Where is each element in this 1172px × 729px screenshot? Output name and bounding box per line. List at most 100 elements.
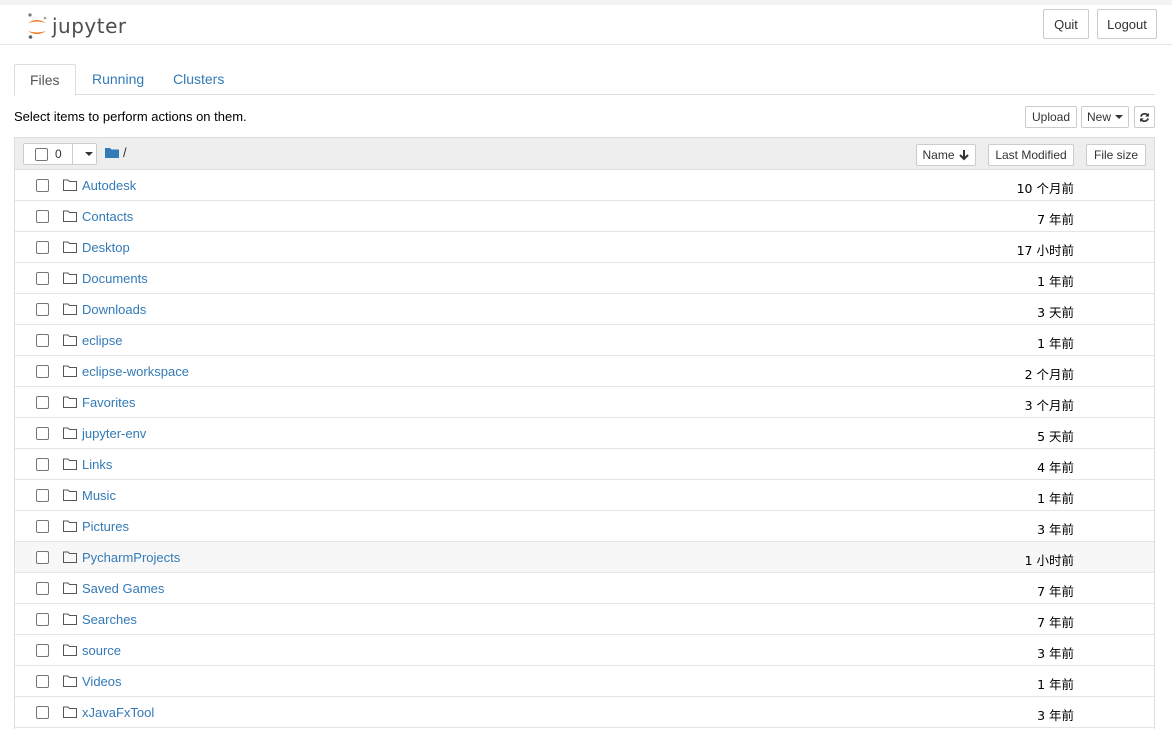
chevron-down-icon[interactable] [85, 152, 93, 156]
sort-file-size-button[interactable]: File size [1086, 144, 1146, 166]
item-name-link[interactable]: Favorites [82, 395, 135, 410]
selection-instructions: Select items to perform actions on them. [14, 109, 247, 124]
item-checkbox[interactable] [36, 551, 49, 564]
upload-button[interactable]: Upload [1025, 106, 1077, 128]
folder-icon [63, 396, 77, 411]
list-item[interactable]: Searches 7 年前 [15, 604, 1154, 635]
list-item[interactable]: xJavaFxTool 3 年前 [15, 697, 1154, 728]
tab-clusters[interactable]: Clusters [158, 64, 239, 95]
breadcrumb[interactable]: / [123, 145, 127, 160]
item-checkbox[interactable] [36, 520, 49, 533]
item-checkbox[interactable] [36, 706, 49, 719]
list-item[interactable]: jupyter-env 5 天前 [15, 418, 1154, 449]
item-name-link[interactable]: xJavaFxTool [82, 705, 154, 720]
list-item[interactable]: Saved Games 7 年前 [15, 573, 1154, 604]
item-checkbox[interactable] [36, 210, 49, 223]
file-list-header: 0 / Name Last Modified File size [15, 138, 1154, 170]
item-name-link[interactable]: Desktop [82, 240, 130, 255]
item-checkbox[interactable] [36, 582, 49, 595]
item-name-link[interactable]: Links [82, 457, 112, 472]
folder-icon [63, 458, 77, 473]
item-checkbox[interactable] [36, 644, 49, 657]
folder-icon [63, 179, 77, 194]
app-name: jupyter [52, 14, 127, 38]
file-list: 0 / Name Last Modified File size Autodes… [14, 137, 1155, 729]
tab-bar: Files Running Clusters [14, 64, 1155, 96]
item-name-link[interactable]: eclipse-workspace [82, 364, 189, 379]
tab-running[interactable]: Running [77, 64, 159, 95]
item-name-link[interactable]: Music [82, 488, 116, 503]
item-checkbox[interactable] [36, 241, 49, 254]
quit-button[interactable]: Quit [1043, 9, 1089, 39]
new-button-label: New [1086, 110, 1111, 124]
item-last-modified: 3 天前 [1037, 305, 1074, 320]
list-item[interactable]: Pictures 3 年前 [15, 511, 1154, 542]
item-name-link[interactable]: Documents [82, 271, 148, 286]
item-name-link[interactable]: eclipse [82, 333, 122, 348]
folder-icon [63, 675, 77, 690]
item-checkbox[interactable] [36, 396, 49, 409]
tab-files[interactable]: Files [14, 64, 76, 96]
folder-icon[interactable] [105, 147, 119, 158]
item-name-link[interactable]: Saved Games [82, 581, 164, 596]
item-name-link[interactable]: Contacts [82, 209, 133, 224]
item-checkbox[interactable] [36, 675, 49, 688]
list-item[interactable]: Videos 1 年前 [15, 666, 1154, 697]
folder-icon [63, 272, 77, 287]
item-last-modified: 3 年前 [1037, 522, 1074, 537]
item-name-link[interactable]: PycharmProjects [82, 550, 180, 565]
item-name-link[interactable]: Pictures [82, 519, 129, 534]
list-item[interactable]: Autodesk 10 个月前 [15, 170, 1154, 201]
item-last-modified: 10 个月前 [1016, 181, 1074, 196]
folder-icon [63, 334, 77, 349]
item-last-modified: 7 年前 [1037, 615, 1074, 630]
item-last-modified: 3 年前 [1037, 708, 1074, 723]
select-all-checkbox[interactable] [35, 148, 48, 161]
list-item[interactable]: Desktop 17 小时前 [15, 232, 1154, 263]
folder-icon [63, 520, 77, 535]
item-last-modified: 1 年前 [1037, 677, 1074, 692]
list-item[interactable]: Contacts 7 年前 [15, 201, 1154, 232]
folder-icon [63, 706, 77, 721]
folder-icon [63, 303, 77, 318]
folder-icon [63, 365, 77, 380]
item-name-link[interactable]: Downloads [82, 302, 146, 317]
item-last-modified: 1 年前 [1037, 491, 1074, 506]
item-last-modified: 4 年前 [1037, 460, 1074, 475]
list-item[interactable]: Music 1 年前 [15, 480, 1154, 511]
divider [72, 144, 73, 164]
select-all-dropdown[interactable]: 0 [23, 143, 97, 165]
item-checkbox[interactable] [36, 334, 49, 347]
item-last-modified: 7 年前 [1037, 212, 1074, 227]
item-name-link[interactable]: Videos [82, 674, 122, 689]
sort-name-button[interactable]: Name [916, 144, 976, 166]
list-item[interactable]: Favorites 3 个月前 [15, 387, 1154, 418]
list-item[interactable]: eclipse 1 年前 [15, 325, 1154, 356]
item-checkbox[interactable] [36, 179, 49, 192]
item-name-link[interactable]: Searches [82, 612, 137, 627]
folder-icon [63, 551, 77, 566]
list-item[interactable]: Documents 1 年前 [15, 263, 1154, 294]
item-checkbox[interactable] [36, 427, 49, 440]
item-last-modified: 2 个月前 [1024, 367, 1074, 382]
list-item[interactable]: Links 4 年前 [15, 449, 1154, 480]
logout-button[interactable]: Logout [1097, 9, 1157, 39]
list-item[interactable]: source 3 年前 [15, 635, 1154, 666]
item-name-link[interactable]: jupyter-env [82, 426, 146, 441]
item-checkbox[interactable] [36, 613, 49, 626]
item-checkbox[interactable] [36, 365, 49, 378]
list-item[interactable]: eclipse-workspace 2 个月前 [15, 356, 1154, 387]
list-item[interactable]: Downloads 3 天前 [15, 294, 1154, 325]
item-name-link[interactable]: source [82, 643, 121, 658]
item-checkbox[interactable] [36, 303, 49, 316]
item-checkbox[interactable] [36, 272, 49, 285]
item-checkbox[interactable] [36, 489, 49, 502]
sort-last-modified-button[interactable]: Last Modified [988, 144, 1074, 166]
refresh-button[interactable] [1134, 106, 1155, 128]
item-name-link[interactable]: Autodesk [82, 178, 136, 193]
list-item[interactable]: PycharmProjects 1 小时前 [15, 542, 1154, 573]
new-button[interactable]: New [1081, 106, 1129, 128]
jupyter-logo[interactable]: jupyter [26, 11, 127, 41]
folder-icon [63, 241, 77, 256]
item-checkbox[interactable] [36, 458, 49, 471]
